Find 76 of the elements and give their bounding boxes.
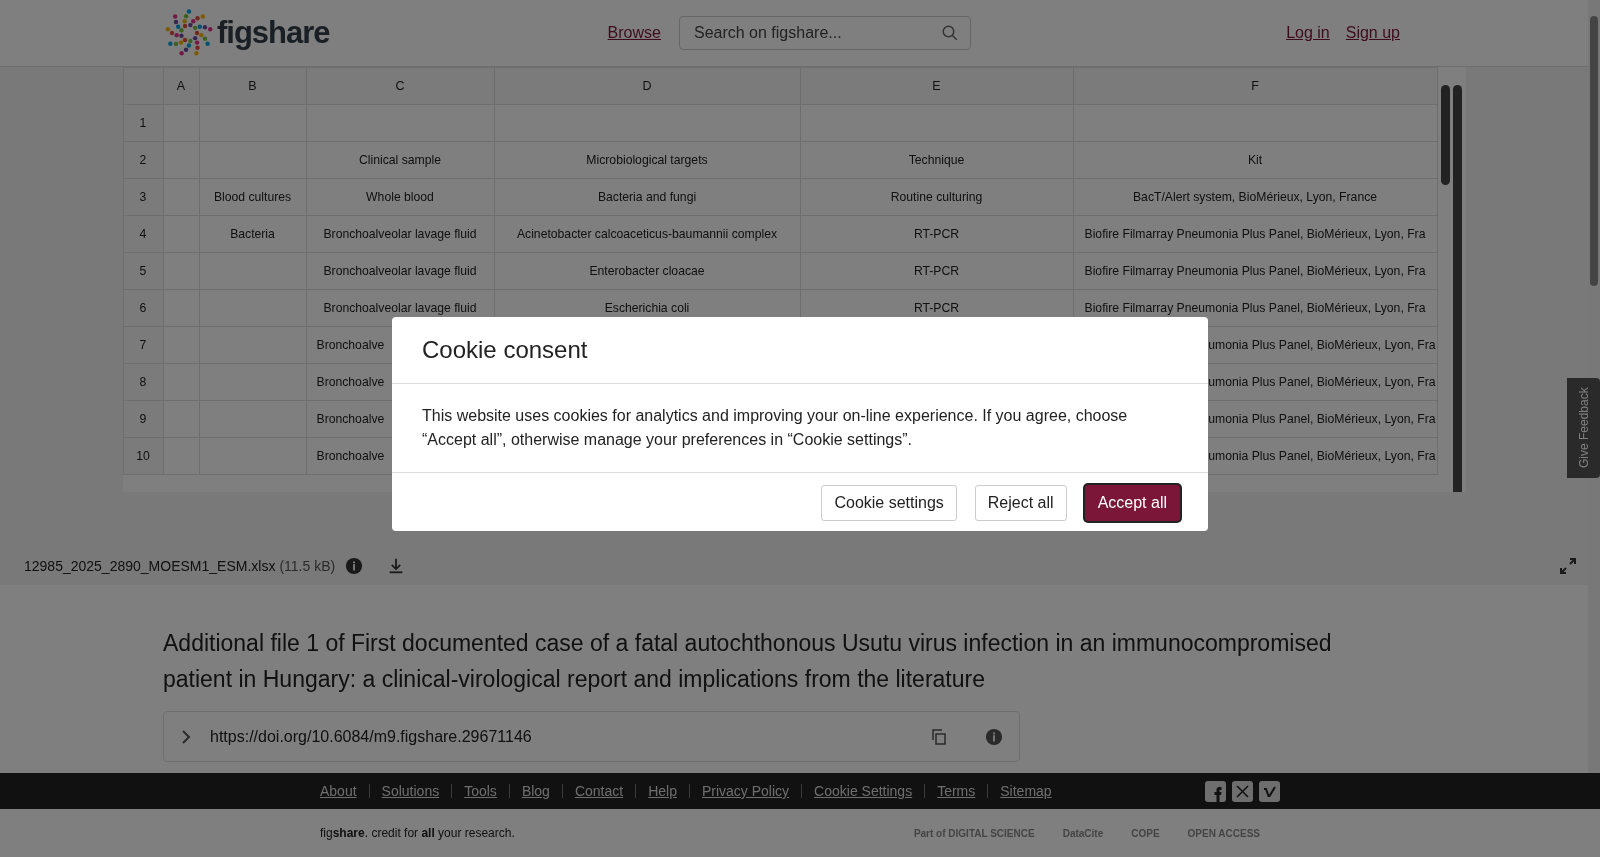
partner-logo[interactable]: COPE bbox=[1131, 827, 1160, 839]
feedback-tab[interactable]: Give Feedback bbox=[1567, 378, 1600, 478]
column-header: B bbox=[199, 67, 306, 105]
fullscreen-icon[interactable] bbox=[1560, 558, 1576, 574]
browse-link[interactable]: Browse bbox=[607, 24, 661, 42]
table-cell: Enterobacter cloacae bbox=[494, 252, 800, 290]
row-number: 8 bbox=[123, 363, 163, 401]
row-number: 3 bbox=[123, 178, 163, 216]
column-header: F bbox=[1073, 67, 1437, 105]
footer-link[interactable]: Blog bbox=[521, 783, 550, 799]
row-number: 9 bbox=[123, 400, 163, 438]
page-scrollbar-thumb[interactable] bbox=[1590, 16, 1598, 286]
column-header: A bbox=[163, 67, 199, 105]
copy-icon[interactable] bbox=[931, 728, 947, 745]
table-cell: RT-PCR bbox=[800, 252, 1073, 290]
table-cell: Bacteria and fungi bbox=[494, 178, 800, 216]
file-size: (11.5 kB) bbox=[279, 558, 336, 574]
accept-button[interactable]: Accept all bbox=[1084, 485, 1180, 521]
doi-link[interactable]: https://doi.org/10.6084/m9.figshare.29671146 bbox=[210, 727, 913, 746]
footer-link[interactable]: Contact bbox=[574, 783, 624, 799]
footer-link[interactable]: Tools bbox=[464, 783, 497, 799]
table-cell: BacT/Alert system, BioMérieux, Lyon, France bbox=[1073, 178, 1437, 216]
partner-logo[interactable]: Part of DIGITAL SCIENCE bbox=[913, 827, 1035, 839]
table-cell: Kit bbox=[1073, 141, 1437, 179]
signup-link[interactable]: Sign up bbox=[1345, 24, 1400, 42]
logo-icon bbox=[163, 8, 215, 58]
scrollbar-thumb[interactable] bbox=[1453, 85, 1462, 492]
table-cell: Whole blood bbox=[306, 178, 494, 216]
table-cell: RT-PCR bbox=[800, 215, 1073, 253]
row-number: 2 bbox=[123, 141, 163, 179]
vimeo-icon[interactable] bbox=[1259, 780, 1280, 802]
logo-text[interactable]: figshare bbox=[217, 15, 330, 51]
table-cell: Bronchoalveolar lavage fluid bbox=[306, 215, 494, 253]
table-cell: Blood cultures bbox=[199, 178, 306, 216]
column-header: D bbox=[494, 67, 800, 105]
table-cell: Routine culturing bbox=[800, 178, 1073, 216]
table-cell: Bacteria bbox=[199, 215, 306, 253]
footer-link[interactable]: About bbox=[320, 783, 357, 799]
search-field[interactable]: Search on figshare... bbox=[678, 16, 971, 50]
row-number: 6 bbox=[123, 289, 163, 327]
table-cell: Technique bbox=[800, 141, 1073, 179]
info-icon[interactable] bbox=[345, 557, 364, 575]
info-icon[interactable] bbox=[985, 727, 1003, 746]
dialog-text: This website uses cookies for analytics and improving your on-line experience. If you agree, choose “Accept all”, otherwise manage your preferences in “Cookie settings”. bbox=[392, 384, 1208, 473]
search-icon[interactable] bbox=[940, 24, 959, 42]
footer-link[interactable]: Sitemap bbox=[1000, 783, 1052, 799]
table-cell: Microbiological targets bbox=[494, 141, 800, 179]
footer-link[interactable]: Privacy Policy bbox=[701, 783, 790, 799]
footer-link[interactable]: Terms bbox=[937, 783, 976, 799]
dialog-button[interactable]: Cookie settings bbox=[821, 485, 957, 521]
row-number: 7 bbox=[123, 326, 163, 364]
row-number: 10 bbox=[123, 437, 163, 475]
partner-logo[interactable]: OPEN ACCESS bbox=[1187, 827, 1260, 839]
table-cell: Clinical sample bbox=[306, 141, 494, 179]
facebook-icon[interactable] bbox=[1205, 780, 1226, 802]
column-header: E bbox=[800, 67, 1073, 105]
page-title: Additional file 1 of First documented case of a fatal autochthonous Usutu virus infection in an immunocompromised patient in Hungary: a clinical-virological report and implications from the literature bbox=[163, 629, 1333, 694]
footer-tagline: figshare. credit for all your research. bbox=[320, 826, 515, 840]
scrollbar-thumb[interactable] bbox=[1441, 85, 1450, 185]
row-number: 1 bbox=[123, 104, 163, 142]
dialog-button[interactable]: Reject all bbox=[974, 485, 1067, 521]
table-cell: Acinetobacter calcoaceticus-baumannii complex bbox=[494, 215, 800, 253]
row-number: 5 bbox=[123, 252, 163, 290]
table-cell: Bronchoalveolar lavage fluid bbox=[306, 252, 494, 290]
row-number: 4 bbox=[123, 215, 163, 253]
x-icon[interactable] bbox=[1232, 780, 1253, 802]
chevron-icon[interactable] bbox=[180, 728, 192, 745]
login-link[interactable]: Log in bbox=[1286, 24, 1330, 42]
footer-link[interactable]: Solutions bbox=[381, 783, 440, 799]
footer-link[interactable]: Cookie Settings bbox=[814, 783, 913, 799]
file-name: 12985_2025_2890_MOESM1_ESM.xlsx bbox=[24, 558, 276, 574]
table-cell: Biofire Filmarray Pneumonia Plus Panel, BioMérieux, Lyon, Fra bbox=[1073, 215, 1437, 253]
footer-link[interactable]: Help bbox=[648, 783, 677, 799]
column-header: C bbox=[306, 67, 494, 105]
partner-logo[interactable]: DataCite bbox=[1062, 827, 1104, 839]
table-cell: Biofire Filmarray Pneumonia Plus Panel, BioMérieux, Lyon, Fra bbox=[1073, 252, 1437, 290]
